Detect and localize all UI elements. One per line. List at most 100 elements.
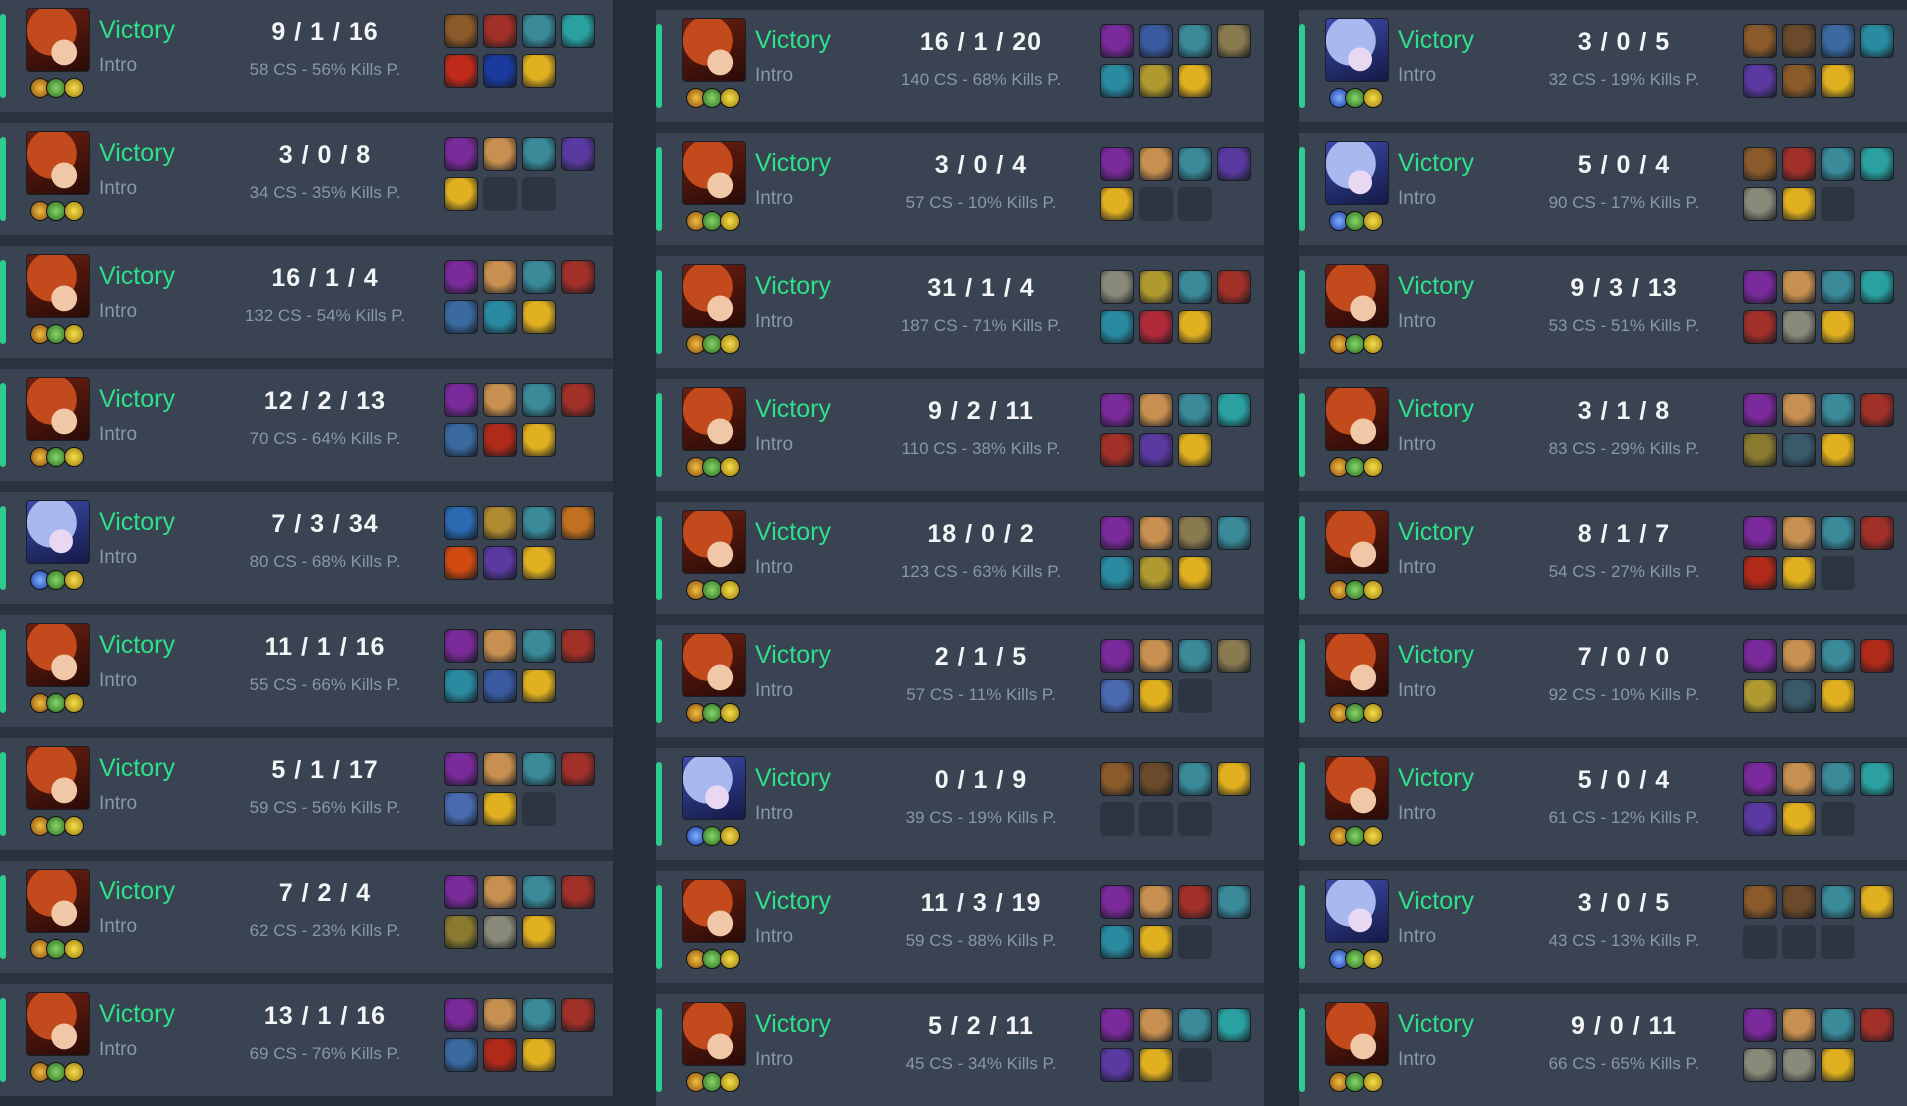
item-slot-icon[interactable]: [1821, 433, 1855, 467]
match-card[interactable]: Victory Intro 7 / 0 / 0 92 CS - 10% Kills P…: [1299, 625, 1907, 737]
item-slot-icon[interactable]: [522, 669, 556, 703]
item-slot-icon[interactable]: [561, 506, 595, 540]
item-slot-icon[interactable]: [1217, 885, 1251, 919]
item-slot-icon[interactable]: [444, 14, 478, 48]
item-slot-icon[interactable]: [1860, 147, 1894, 181]
item-slot-icon[interactable]: [1100, 885, 1134, 919]
item-slot-icon[interactable]: [444, 137, 478, 171]
item-slot-icon[interactable]: [1100, 679, 1134, 713]
item-slot-icon[interactable]: [483, 383, 517, 417]
item-slot-icon[interactable]: [1100, 925, 1134, 959]
item-slot-icon[interactable]: [444, 177, 478, 211]
match-card[interactable]: Victory Intro 2 / 1 / 5 57 CS - 11% Kills P…: [656, 625, 1264, 737]
item-slot-icon[interactable]: [1139, 270, 1173, 304]
item-slot-icon[interactable]: [1178, 516, 1212, 550]
item-slot-icon[interactable]: [522, 54, 556, 88]
item-slot-icon[interactable]: [1782, 147, 1816, 181]
item-slot-icon[interactable]: [1821, 639, 1855, 673]
item-slot-icon[interactable]: [561, 998, 595, 1032]
item-slot-icon[interactable]: [483, 260, 517, 294]
item-slot-icon[interactable]: [1139, 64, 1173, 98]
item-slot-icon[interactable]: [1860, 639, 1894, 673]
item-slot-icon[interactable]: [1139, 147, 1173, 181]
champion-portrait[interactable]: [1325, 879, 1389, 943]
match-card[interactable]: Victory Intro 8 / 1 / 7 54 CS - 27% Kills P…: [1299, 502, 1907, 614]
item-slot-icon[interactable]: [522, 506, 556, 540]
item-slot-icon[interactable]: [522, 998, 556, 1032]
item-slot-icon[interactable]: [1821, 885, 1855, 919]
item-slot-icon[interactable]: [1217, 762, 1251, 796]
item-slot-icon[interactable]: [1100, 147, 1134, 181]
item-slot-icon[interactable]: [1821, 64, 1855, 98]
item-slot-icon[interactable]: [483, 137, 517, 171]
item-slot-icon[interactable]: [1139, 433, 1173, 467]
item-slot-icon[interactable]: [1743, 433, 1777, 467]
item-slot-icon[interactable]: [522, 1038, 556, 1072]
item-slot-icon[interactable]: [1743, 639, 1777, 673]
item-slot-icon[interactable]: [1782, 516, 1816, 550]
item-slot-icon[interactable]: [522, 423, 556, 457]
item-slot-icon[interactable]: [483, 629, 517, 663]
match-card[interactable]: Victory Intro 9 / 1 / 16 58 CS - 56% Kills …: [0, 0, 613, 112]
item-slot-icon[interactable]: [1100, 1008, 1134, 1042]
item-slot-icon[interactable]: [1743, 802, 1777, 836]
match-card[interactable]: Victory Intro 3 / 1 / 8 83 CS - 29% Kills P…: [1299, 379, 1907, 491]
item-slot-icon[interactable]: [1860, 393, 1894, 427]
item-slot-icon[interactable]: [444, 629, 478, 663]
item-slot-icon[interactable]: [1178, 1008, 1212, 1042]
item-slot-icon[interactable]: [1821, 516, 1855, 550]
champion-portrait[interactable]: [1325, 387, 1389, 451]
item-slot-icon[interactable]: [1139, 679, 1173, 713]
item-slot-icon[interactable]: [1100, 187, 1134, 221]
item-slot-icon[interactable]: [1821, 24, 1855, 58]
match-card[interactable]: Victory Intro 5 / 0 / 4 61 CS - 12% Kills P…: [1299, 748, 1907, 860]
item-slot-icon[interactable]: [1139, 556, 1173, 590]
item-slot-icon[interactable]: [444, 1038, 478, 1072]
item-slot-icon[interactable]: [1821, 1008, 1855, 1042]
item-slot-icon[interactable]: [561, 383, 595, 417]
match-card[interactable]: Victory Intro 0 / 1 / 9 39 CS - 19% Kills P…: [656, 748, 1264, 860]
item-slot-icon[interactable]: [561, 14, 595, 48]
item-slot-icon[interactable]: [1100, 639, 1134, 673]
item-slot-icon[interactable]: [444, 54, 478, 88]
item-slot-icon[interactable]: [1743, 393, 1777, 427]
champion-portrait[interactable]: [1325, 18, 1389, 82]
item-slot-icon[interactable]: [483, 915, 517, 949]
match-card[interactable]: Victory Intro 5 / 0 / 4 90 CS - 17% Kills P…: [1299, 133, 1907, 245]
item-slot-icon[interactable]: [1782, 393, 1816, 427]
item-slot-icon[interactable]: [1782, 556, 1816, 590]
item-slot-icon[interactable]: [1743, 885, 1777, 919]
item-slot-icon[interactable]: [1100, 516, 1134, 550]
match-card[interactable]: Victory Intro 18 / 0 / 2 123 CS - 63% Kills…: [656, 502, 1264, 614]
item-slot-icon[interactable]: [1217, 270, 1251, 304]
item-slot-icon[interactable]: [1100, 762, 1134, 796]
match-card[interactable]: Victory Intro 16 / 1 / 4 132 CS - 54% Kills…: [0, 246, 613, 358]
item-slot-icon[interactable]: [522, 875, 556, 909]
item-slot-icon[interactable]: [483, 1038, 517, 1072]
item-slot-icon[interactable]: [1821, 147, 1855, 181]
match-card[interactable]: Victory Intro 12 / 2 / 13 70 CS - 64% Kills…: [0, 369, 613, 481]
match-card[interactable]: Victory Intro 3 / 0 / 8 34 CS - 35% Kills P…: [0, 123, 613, 235]
item-slot-icon[interactable]: [483, 998, 517, 1032]
item-slot-icon[interactable]: [1178, 270, 1212, 304]
item-slot-icon[interactable]: [1860, 516, 1894, 550]
item-slot-icon[interactable]: [1821, 393, 1855, 427]
item-slot-icon[interactable]: [1100, 556, 1134, 590]
item-slot-icon[interactable]: [444, 506, 478, 540]
item-slot-icon[interactable]: [561, 875, 595, 909]
item-slot-icon[interactable]: [1100, 433, 1134, 467]
item-slot-icon[interactable]: [1860, 1008, 1894, 1042]
champion-portrait[interactable]: [26, 746, 90, 810]
item-slot-icon[interactable]: [1139, 516, 1173, 550]
item-slot-icon[interactable]: [1139, 310, 1173, 344]
item-slot-icon[interactable]: [1743, 679, 1777, 713]
item-slot-icon[interactable]: [1100, 270, 1134, 304]
match-card[interactable]: Victory Intro 9 / 0 / 11 66 CS - 65% Kills …: [1299, 994, 1907, 1106]
item-slot-icon[interactable]: [1178, 433, 1212, 467]
champion-portrait[interactable]: [682, 18, 746, 82]
item-slot-icon[interactable]: [1743, 1008, 1777, 1042]
item-slot-icon[interactable]: [1860, 885, 1894, 919]
item-slot-icon[interactable]: [522, 137, 556, 171]
item-slot-icon[interactable]: [1217, 24, 1251, 58]
match-card[interactable]: Victory Intro 13 / 1 / 16 69 CS - 76% Kills…: [0, 984, 613, 1096]
